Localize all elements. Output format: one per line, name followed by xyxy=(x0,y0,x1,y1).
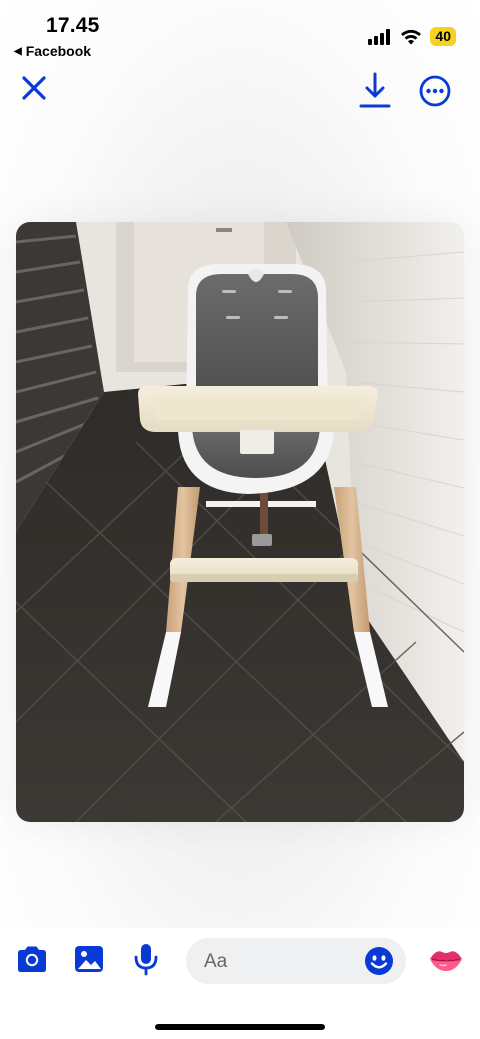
message-input-placeholder: Aa xyxy=(204,951,228,972)
close-button[interactable] xyxy=(18,72,50,104)
microphone-icon xyxy=(134,944,158,976)
emoji-button[interactable] xyxy=(364,946,394,976)
camera-button[interactable] xyxy=(15,942,49,976)
gallery-button[interactable] xyxy=(72,942,106,976)
status-bar: 17.45 ◀ Facebook 40 xyxy=(0,0,480,64)
download-button[interactable] xyxy=(358,70,392,110)
more-options-icon xyxy=(419,75,451,107)
microphone-button[interactable] xyxy=(129,942,163,976)
camera-icon xyxy=(18,946,46,972)
high-chair-photo[interactable] xyxy=(16,222,464,822)
wifi-icon xyxy=(401,29,422,44)
signal-bars-icon xyxy=(368,28,391,45)
back-triangle-icon: ◀ xyxy=(14,45,22,57)
status-time: 17.45 xyxy=(46,14,100,37)
quick-reaction-button[interactable] xyxy=(428,946,464,974)
message-composer-bar: Aa xyxy=(0,928,480,1039)
photo-illustration xyxy=(16,222,464,822)
status-icons: 40 xyxy=(368,27,456,46)
home-indicator[interactable] xyxy=(155,1024,325,1030)
more-options-button[interactable] xyxy=(418,74,452,108)
viewer-top-nav xyxy=(0,68,480,112)
back-app-label: Facebook xyxy=(25,43,92,59)
download-icon xyxy=(359,72,391,108)
lips-icon xyxy=(430,951,462,971)
back-to-app-link[interactable]: ◀ Facebook xyxy=(14,43,91,59)
message-input[interactable]: Aa xyxy=(186,938,406,984)
battery-badge: 40 xyxy=(430,27,456,46)
emoji-icon xyxy=(365,947,393,975)
close-icon xyxy=(22,76,46,100)
gallery-icon xyxy=(75,946,103,972)
